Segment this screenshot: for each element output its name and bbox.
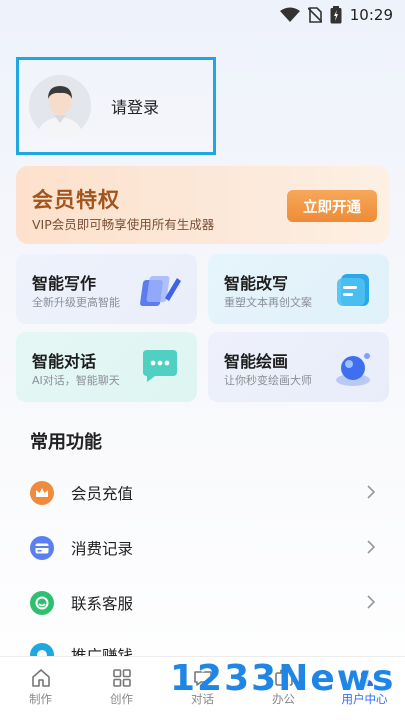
tab-label: 制作 (29, 692, 52, 706)
feature-title: 智能绘画 (224, 352, 289, 371)
chevron-right-icon (367, 485, 376, 499)
chevron-right-icon (367, 595, 376, 609)
vip-open-button[interactable]: 立即开通 (287, 190, 377, 222)
status-bar: 10:29 (0, 0, 405, 30)
feature-card-writing[interactable]: 智能写作 全新升级更高智能 (16, 254, 197, 324)
chat-icon (143, 350, 177, 382)
menu-item-customer-service[interactable]: 联系客服 (30, 588, 380, 618)
pen-icon (140, 276, 181, 306)
feature-card-chat[interactable]: 智能对话 AI对话，智能聊天 (16, 332, 197, 402)
menu-label: 消费记录 (71, 540, 134, 558)
battery-icon (330, 6, 342, 24)
feature-card-rewrite[interactable]: 智能改写 重塑文本再创文案 (208, 254, 389, 324)
feature-subtitle: 让你秒变绘画大师 (224, 374, 312, 387)
no-sim-icon (307, 7, 322, 23)
feature-title: 智能改写 (224, 274, 289, 293)
feature-title: 智能写作 (32, 274, 97, 293)
feature-card-painting[interactable]: 智能绘画 让你秒变绘画大师 (208, 332, 389, 402)
feature-subtitle: AI对话，智能聊天 (32, 374, 120, 387)
tab-create[interactable]: 创作 (81, 657, 162, 720)
feature-subtitle: 全新升级更高智能 (32, 296, 120, 309)
feature-title: 智能对话 (32, 352, 97, 371)
headset-icon (30, 591, 54, 615)
card-icon (30, 536, 54, 560)
watermark: 1233News (170, 658, 396, 699)
feature-subtitle: 重塑文本再创文案 (224, 296, 312, 309)
section-title-common: 常用功能 (30, 432, 102, 453)
home-icon (31, 669, 50, 687)
menu-label: 会员充值 (71, 485, 134, 503)
grid-icon (112, 669, 131, 687)
chevron-right-icon (367, 540, 376, 554)
vip-card[interactable]: 会员特权 VIP会员即可畅享使用所有生成器 立即开通 (16, 166, 389, 244)
login-label: 请登录 (111, 98, 160, 117)
wifi-icon (279, 7, 300, 23)
status-time: 10:29 (349, 6, 393, 24)
avatar (29, 75, 91, 137)
tab-make[interactable]: 制作 (0, 657, 81, 720)
menu-item-vip-recharge[interactable]: 会员充值 (30, 478, 380, 508)
login-prompt[interactable]: 请登录 (16, 57, 216, 155)
crown-icon (30, 481, 54, 505)
menu-item-consumption[interactable]: 消费记录 (30, 533, 380, 563)
tab-label: 创作 (110, 692, 133, 706)
vip-title: 会员特权 (32, 188, 120, 212)
menu-label: 联系客服 (71, 595, 134, 613)
vip-subtitle: VIP会员即可畅享使用所有生成器 (32, 217, 215, 232)
document-icon (337, 274, 369, 306)
paint-icon (336, 353, 370, 386)
